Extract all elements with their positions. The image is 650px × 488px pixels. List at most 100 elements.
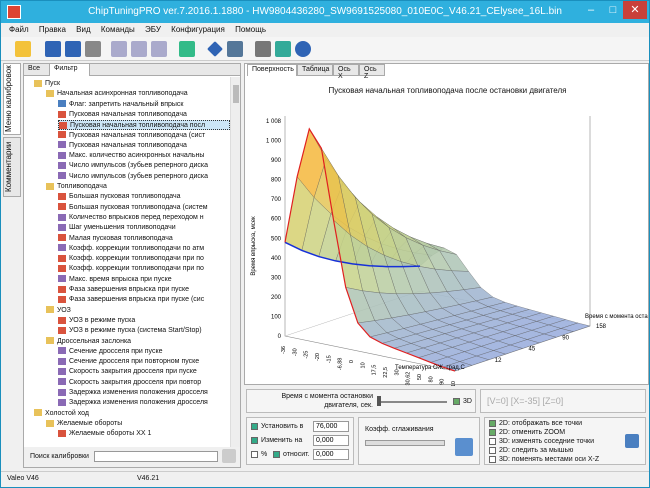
print-icon[interactable] xyxy=(85,41,101,57)
search-zoom-icon[interactable] xyxy=(227,41,243,57)
curve-icon xyxy=(58,151,66,159)
tree-item[interactable]: Задержка изменения положения дросселя xyxy=(58,388,230,398)
menu-commands[interactable]: Команды xyxy=(101,23,135,37)
surface-chart[interactable]: 01002003004005006007008009001 0001 008-3… xyxy=(245,96,648,386)
diamond-icon[interactable] xyxy=(207,41,223,57)
menu-view[interactable]: Вид xyxy=(76,23,90,37)
search-input[interactable] xyxy=(94,451,218,462)
menu-help[interactable]: Помощь xyxy=(235,23,266,37)
smoothing-slider[interactable] xyxy=(365,440,445,446)
maximize-button[interactable]: □ xyxy=(603,1,623,19)
curve-icon xyxy=(58,223,66,231)
option-neighbors-checkbox[interactable] xyxy=(489,438,496,445)
search-icon[interactable] xyxy=(222,449,236,463)
tree-item[interactable]: Шаг уменьшения топливоподачи xyxy=(58,223,230,233)
tree-item[interactable]: Дроссельная заслонка xyxy=(46,337,230,347)
tab-surface[interactable]: Поверхность xyxy=(247,64,297,76)
set-value-input[interactable] xyxy=(313,421,349,432)
tree-item[interactable]: Флаг: запретить начальный впрыск xyxy=(58,100,230,110)
scrollbar-thumb[interactable] xyxy=(233,85,239,103)
menu-edit[interactable]: Правка xyxy=(39,23,66,37)
option-show-all-checkbox[interactable] xyxy=(489,420,496,427)
tree-item[interactable]: Сечение дросселя при повторном пуске xyxy=(58,357,230,367)
check-3d[interactable] xyxy=(453,398,460,405)
tree-item[interactable]: Желаемые обороты xyxy=(46,419,230,429)
tools-icon[interactable] xyxy=(255,41,271,57)
refresh-icon[interactable] xyxy=(275,41,291,57)
open-file-icon[interactable] xyxy=(15,41,31,57)
calibration-tree[interactable]: Пуск Начальная асинхронная топливоподача Ф… xyxy=(24,77,230,447)
tree-item[interactable]: Фаза завершения впрыска при пуске xyxy=(58,285,230,295)
folder-icon xyxy=(46,337,54,345)
tree-item[interactable]: Коэфф. коррекции топливоподачи по атм xyxy=(58,244,230,254)
y-tick-label: 100 xyxy=(271,314,282,320)
tree-item[interactable]: Желаемые обороты ХХ 1 xyxy=(58,429,230,439)
tab-comments[interactable]: Комментарии xyxy=(3,137,21,197)
close-button[interactable]: ✕ xyxy=(623,1,647,19)
menu-file[interactable]: Файл xyxy=(9,23,29,37)
tree-item[interactable]: Скорость закрытия дросселя при повтор xyxy=(58,378,230,388)
copy-icon[interactable] xyxy=(111,41,127,57)
tab-axis-z[interactable]: Ось Z xyxy=(359,64,385,80)
smooth-apply-icon[interactable] xyxy=(455,438,473,456)
compare-icon[interactable] xyxy=(151,41,167,57)
tree-item[interactable]: УОЗ в режиме пуска (система Start/Stop) xyxy=(58,326,230,336)
tree-item-label: Пусковая начальная топливоподача xyxy=(69,141,187,149)
tree-item[interactable]: Холостой ход xyxy=(34,409,230,419)
tree-item[interactable]: Пусковая начальная топливоподача посл xyxy=(58,120,230,131)
menu-ecu[interactable]: ЭБУ xyxy=(145,23,161,37)
chart-icon[interactable] xyxy=(179,41,195,57)
tree-item[interactable]: Пусковая начальная топливоподача xyxy=(58,141,230,151)
tree-item[interactable]: УОЗ xyxy=(46,306,230,316)
menu-config[interactable]: Конфигурация xyxy=(171,23,225,37)
tree-item[interactable]: Малая пусковая топливоподача xyxy=(58,234,230,244)
title-bar[interactable]: ChipTuningPRO ver.7.2016.1.1880 - HW9804… xyxy=(1,1,649,23)
tree-item[interactable]: Большая пусковая топливоподача (систем xyxy=(58,203,230,213)
tree-scrollbar[interactable] xyxy=(230,77,240,447)
tree-item[interactable]: Количество впрысков перед переходом н xyxy=(58,213,230,223)
save-icon[interactable] xyxy=(45,41,61,57)
change-icon[interactable] xyxy=(251,437,258,444)
tree-item[interactable]: УОЗ в режиме пуска xyxy=(58,316,230,326)
tree-item[interactable]: Пуск xyxy=(34,79,230,89)
tree-item[interactable]: Топливоподача xyxy=(46,182,230,192)
change-value-input[interactable] xyxy=(313,435,349,446)
tab-filter[interactable]: Фильтр xyxy=(50,64,90,76)
tree-item[interactable]: Коэфф. коррекции топливоподачи при по xyxy=(58,254,230,264)
tree-item[interactable]: Большая пусковая топливоподача xyxy=(58,192,230,202)
tree-item[interactable]: Пусковая начальная топливоподача (сист xyxy=(58,131,230,141)
tree-item[interactable]: Фаза завершения впрыска при пуске (сис xyxy=(58,295,230,305)
time-slider[interactable] xyxy=(377,401,447,403)
option-follow-mouse-checkbox[interactable] xyxy=(489,447,496,454)
x-tick-label: -6,88 xyxy=(338,358,344,371)
grid-icon[interactable] xyxy=(625,434,639,448)
tree-item[interactable]: Коэфф. коррекции топливоподачи при по xyxy=(58,264,230,274)
tree-item[interactable]: Число импульсов (зубьев реперного диска xyxy=(58,172,230,182)
tree-item[interactable]: Макс. количество асинхронных начальны xyxy=(58,151,230,161)
help-icon[interactable] xyxy=(295,41,311,57)
tree-item[interactable]: Пусковая начальная топливоподача xyxy=(58,110,230,120)
tree-item[interactable]: Сечение дросселя при пуске xyxy=(58,347,230,357)
tree-item[interactable]: Скорость закрытия дросселя при пуске xyxy=(58,367,230,377)
tab-axis-x[interactable]: Ось X xyxy=(333,64,359,80)
y-tick-label: 800 xyxy=(271,178,282,184)
time-slider-handle[interactable] xyxy=(377,396,381,406)
rel-value-input[interactable] xyxy=(313,449,349,460)
percent-checkbox[interactable] xyxy=(251,451,258,458)
tab-table[interactable]: Таблица xyxy=(297,64,333,76)
tree-item[interactable]: Макс. время впрыска при пуске xyxy=(58,275,230,285)
tree-item[interactable]: Задержка изменения положения дросселя xyxy=(58,398,230,408)
set-icon[interactable] xyxy=(251,423,258,430)
tab-calibration-menu[interactable]: Меню калибровок xyxy=(3,63,21,135)
option-swap-axes-checkbox[interactable] xyxy=(489,456,496,463)
tab-all[interactable]: Все xyxy=(24,64,50,76)
tree-item[interactable]: Число импульсов (зубьев реперного диска xyxy=(58,161,230,171)
paste-icon[interactable] xyxy=(131,41,147,57)
tree-item-label: Малая пусковая топливоподача xyxy=(69,234,173,242)
tree-item[interactable]: Начальная асинхронная топливоподача xyxy=(46,89,230,99)
rel-icon[interactable] xyxy=(273,451,280,458)
minimize-button[interactable]: – xyxy=(581,1,601,19)
option-cancel-zoom-checkbox[interactable] xyxy=(489,429,496,436)
save-as-icon[interactable] xyxy=(65,41,81,57)
curve-icon xyxy=(58,213,66,221)
